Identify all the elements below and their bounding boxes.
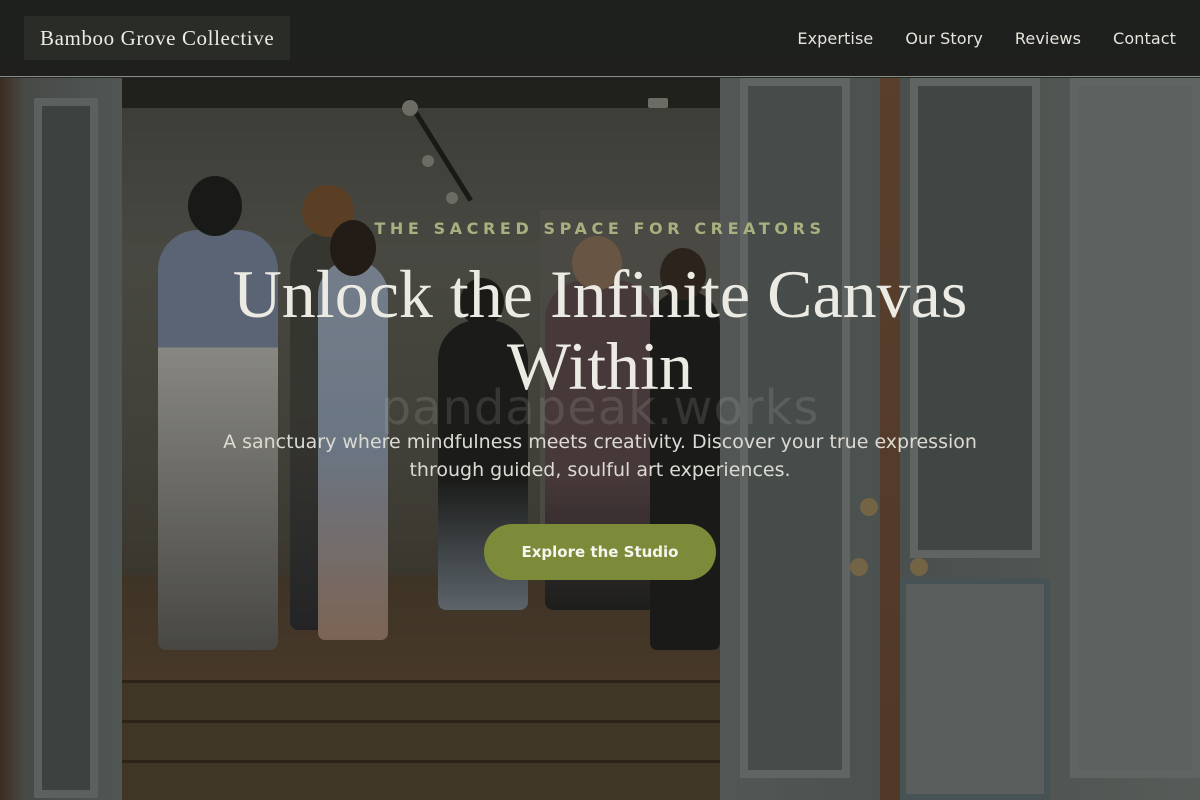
explore-studio-button[interactable]: Explore the Studio — [484, 524, 716, 580]
nav-link-reviews[interactable]: Reviews — [1015, 29, 1081, 48]
hero-subtext: A sanctuary where mindfulness meets crea… — [223, 431, 977, 481]
top-navbar: Bamboo Grove Collective Expertise Our St… — [0, 0, 1200, 77]
nav-link-expertise[interactable]: Expertise — [797, 29, 873, 48]
nav-links: Expertise Our Story Reviews Contact — [797, 0, 1176, 76]
brand-logo[interactable]: Bamboo Grove Collective — [24, 16, 291, 60]
hero-content: THE SACRED SPACE FOR CREATORS Unlock the… — [0, 0, 1200, 800]
hero-section: Bamboo Grove Collective Expertise Our St… — [0, 0, 1200, 800]
hero-eyebrow: THE SACRED SPACE FOR CREATORS — [374, 219, 826, 238]
nav-link-contact[interactable]: Contact — [1113, 29, 1176, 48]
nav-link-our-story[interactable]: Our Story — [905, 29, 983, 48]
